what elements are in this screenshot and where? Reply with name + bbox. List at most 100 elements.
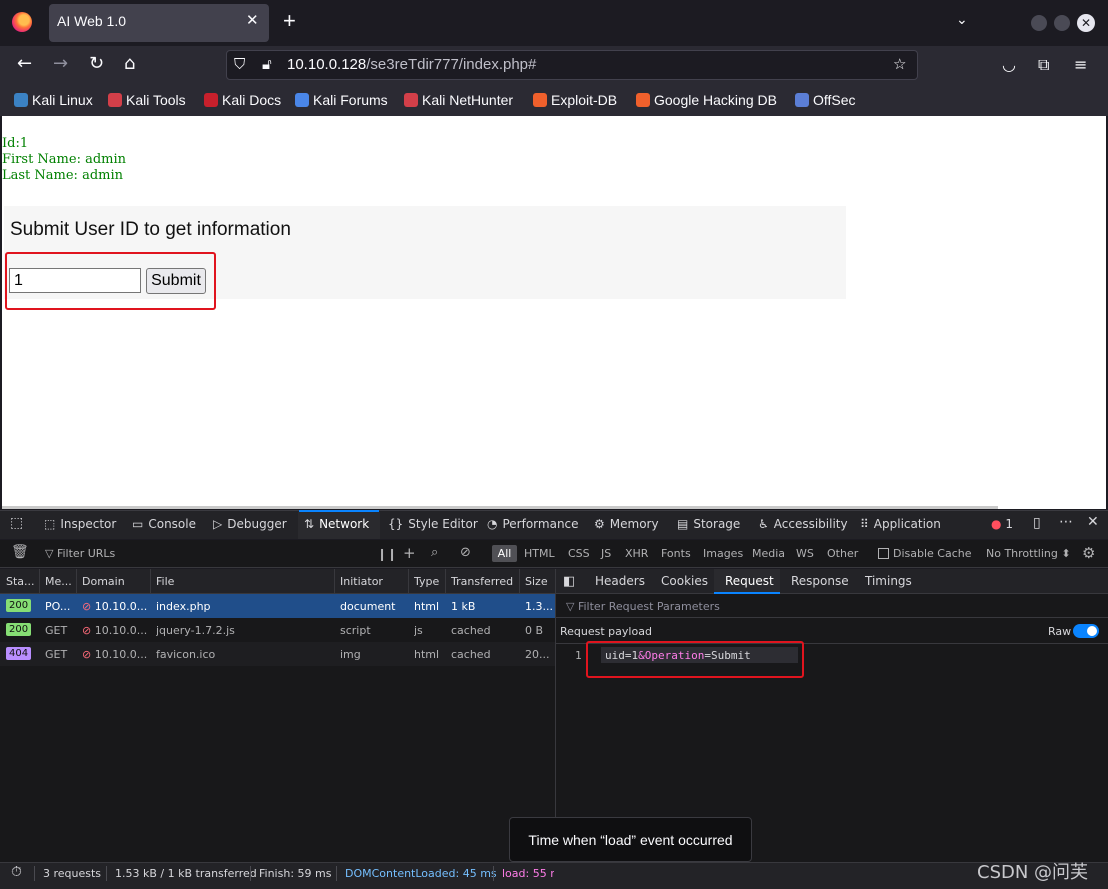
home-button[interactable]: ⌂ xyxy=(124,53,135,74)
filter-images[interactable]: Images xyxy=(703,547,743,560)
throttling-select[interactable]: No Throttling ⬍ xyxy=(986,547,1071,560)
shield-icon[interactable]: ⛉ xyxy=(234,55,245,73)
application-icon: ⠿ xyxy=(860,517,869,531)
extensions-icon[interactable]: ⧉ xyxy=(1038,55,1049,75)
cell-status: 404 xyxy=(6,647,32,660)
back-button[interactable]: ← xyxy=(17,53,32,74)
network-tab-indicator xyxy=(299,510,379,512)
bookmark-star-icon[interactable]: ☆ xyxy=(893,55,906,73)
filter-fonts[interactable]: Fonts xyxy=(661,547,691,560)
filter-html[interactable]: HTML xyxy=(524,547,555,560)
ghdb-icon xyxy=(636,93,650,107)
bookmark-kali-forums[interactable]: Kali Forums xyxy=(295,92,388,108)
pocket-icon[interactable]: ◡ xyxy=(1002,55,1016,74)
tab-accessibility[interactable]: ♿ Accessibility xyxy=(758,517,848,531)
accessibility-icon: ♿ xyxy=(758,517,769,531)
tab-style-editor[interactable]: {} Style Editor xyxy=(388,517,478,531)
tab-memory[interactable]: ⚙ Memory xyxy=(594,517,659,531)
divider xyxy=(556,617,1108,618)
performance-analysis-icon[interactable]: ⏱ xyxy=(11,864,22,880)
cell-file: jquery-1.7.2.js xyxy=(156,624,235,637)
settings-gear-icon[interactable]: ⚙ xyxy=(1082,544,1095,562)
lock-icon[interactable]: 🔓︎ xyxy=(262,55,272,73)
new-tab-button[interactable]: + xyxy=(283,8,296,34)
cell-size: 0 B xyxy=(525,624,544,637)
tab-debugger[interactable]: ▷ Debugger xyxy=(213,517,287,531)
disable-cache-checkbox[interactable]: Disable Cache xyxy=(878,547,972,560)
filter-js[interactable]: JS xyxy=(601,547,611,560)
col-domain[interactable]: Domain xyxy=(82,575,125,588)
bookmark-exploit-db[interactable]: Exploit-DB xyxy=(533,92,617,108)
bookmark-google-hacking-db[interactable]: Google Hacking DB xyxy=(636,92,777,108)
menu-icon[interactable]: ≡ xyxy=(1074,55,1087,74)
dock-icon[interactable]: ▯ xyxy=(1033,515,1041,531)
filter-all[interactable]: All xyxy=(492,545,517,562)
maximize-button[interactable] xyxy=(1054,15,1070,31)
col-initiator[interactable]: Initiator xyxy=(340,575,383,588)
bookmark-kali-linux[interactable]: Kali Linux xyxy=(14,92,93,108)
col-size[interactable]: Size xyxy=(525,575,548,588)
col-transferred[interactable]: Transferred xyxy=(451,575,513,588)
tab-performance[interactable]: ◔ Performance xyxy=(487,517,579,531)
col-method[interactable]: Me... xyxy=(45,575,72,588)
more-options-icon[interactable]: ⋯ xyxy=(1059,514,1073,530)
filter-other[interactable]: Other xyxy=(827,547,858,560)
filter-request-params-input[interactable]: ▽ Filter Request Parameters xyxy=(566,600,720,613)
firefox-logo-icon xyxy=(12,12,32,32)
tab-storage[interactable]: ▤ Storage xyxy=(677,517,740,531)
window-close-button[interactable]: ✕ xyxy=(1077,14,1095,32)
filter-ws[interactable]: WS xyxy=(796,547,814,560)
pick-element-icon[interactable]: ⬚ xyxy=(10,515,23,531)
tab-application[interactable]: ⠿ Application xyxy=(860,517,941,531)
url-text[interactable]: 10.10.0.128/se3reTdir777/index.php# xyxy=(287,56,536,73)
form-title: Submit User ID to get information xyxy=(10,219,291,240)
offsec-icon xyxy=(795,93,809,107)
column-divider xyxy=(334,569,335,594)
tab-request[interactable]: Request xyxy=(725,574,774,588)
transfer-summary: 1.53 kB / 1 kB transferred xyxy=(115,867,257,880)
cell-status: 200 xyxy=(6,623,32,636)
tab-cookies[interactable]: Cookies xyxy=(661,574,708,588)
filter-icon: ▽ xyxy=(566,600,575,613)
search-icon[interactable]: ⌕ xyxy=(431,545,438,560)
col-type[interactable]: Type xyxy=(414,575,439,588)
tab-title: AI Web 1.0 xyxy=(57,13,127,29)
bookmark-offsec[interactable]: OffSec xyxy=(795,92,856,108)
block-icon[interactable]: ⊘ xyxy=(460,545,471,560)
reload-button[interactable]: ↻ xyxy=(89,53,104,74)
bookmark-kali-docs[interactable]: Kali Docs xyxy=(204,92,281,108)
cell-initiator: document xyxy=(340,600,396,613)
divider xyxy=(106,866,107,881)
tab-close-icon[interactable]: ✕ xyxy=(246,11,259,29)
column-divider xyxy=(150,569,151,594)
cell-transferred: cached xyxy=(451,648,491,661)
cell-type: js xyxy=(414,624,423,637)
filter-media[interactable]: Media xyxy=(752,547,785,560)
tab-list-chevron-icon[interactable]: ⌄ xyxy=(956,12,968,28)
trash-icon[interactable]: 🗑︎ xyxy=(11,544,29,560)
tab-network[interactable]: ⇅ Network xyxy=(304,517,369,531)
toggle-sidebar-icon[interactable]: ◧ xyxy=(563,574,575,589)
filter-xhr[interactable]: XHR xyxy=(625,547,648,560)
filter-urls-input[interactable]: ▽ Filter URLs xyxy=(45,547,115,560)
add-icon[interactable]: + xyxy=(403,544,416,562)
close-devtools-icon[interactable]: ✕ xyxy=(1087,514,1099,530)
tab-inspector[interactable]: ⬚ Inspector xyxy=(44,517,116,531)
tab-timings[interactable]: Timings xyxy=(865,574,912,588)
filter-css[interactable]: CSS xyxy=(568,547,590,560)
forward-button[interactable]: → xyxy=(53,53,68,74)
horizontal-scrollbar[interactable] xyxy=(2,506,998,509)
pause-icon[interactable]: ❙❙ xyxy=(377,547,397,561)
cell-transferred: 1 kB xyxy=(451,600,476,613)
bookmark-kali-nethunter[interactable]: Kali NetHunter xyxy=(404,92,513,108)
col-file[interactable]: File xyxy=(156,575,174,588)
col-status[interactable]: Sta... xyxy=(6,575,35,588)
minimize-button[interactable] xyxy=(1031,15,1047,31)
raw-label: Raw xyxy=(1048,625,1072,638)
error-count[interactable]: ● 1 xyxy=(991,517,1013,531)
tab-console[interactable]: ▭ Console xyxy=(132,517,196,531)
tab-response[interactable]: Response xyxy=(791,574,849,588)
bookmark-kali-tools[interactable]: Kali Tools xyxy=(108,92,186,108)
storage-icon: ▤ xyxy=(677,517,689,531)
tab-headers[interactable]: Headers xyxy=(595,574,645,588)
